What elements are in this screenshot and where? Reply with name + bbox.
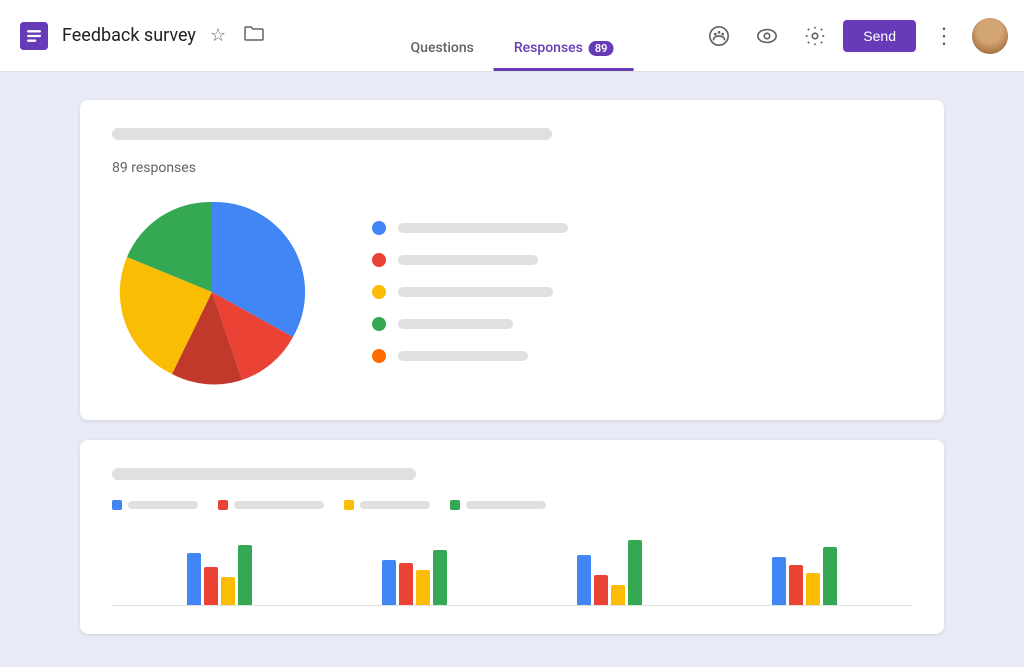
tabs-container: Questions Responses 89	[391, 28, 634, 71]
tab-questions[interactable]: Questions	[391, 28, 494, 71]
legend-label-1	[398, 223, 568, 233]
bar-legend-dot-4	[450, 500, 460, 510]
response-count: 89 responses	[112, 160, 912, 176]
bar-4-2	[789, 565, 803, 605]
more-menu-button[interactable]: ⋮	[924, 16, 964, 56]
bar-legend-item-4	[450, 500, 546, 510]
chart-area	[112, 192, 912, 392]
bar-chart	[112, 526, 912, 606]
bar-1-1	[187, 553, 201, 605]
bar-legend-label-3	[360, 501, 430, 509]
card2-title-placeholder	[112, 468, 416, 480]
form-icon	[16, 18, 52, 54]
legend-dot-5	[372, 349, 386, 363]
legend-label-5	[398, 351, 528, 361]
legend-dot-1	[372, 221, 386, 235]
bar-legend-item-3	[344, 500, 430, 510]
bar-legend-label-4	[466, 501, 546, 509]
bar-2-1	[382, 560, 396, 605]
bar-2-2	[399, 563, 413, 605]
bar-legend-item-2	[218, 500, 324, 510]
bar-2-3	[416, 570, 430, 605]
bar-legend-item-1	[112, 500, 198, 510]
bar-legend-label-2	[234, 501, 324, 509]
legend-dot-2	[372, 253, 386, 267]
main-content: 89 responses	[0, 72, 1024, 662]
pie-chart	[112, 192, 312, 392]
bar-group-2	[382, 550, 447, 605]
legend-dot-3	[372, 285, 386, 299]
palette-button[interactable]	[699, 16, 739, 56]
bar-chart-card	[80, 440, 944, 634]
bar-4-3	[806, 573, 820, 605]
topbar-right: Send ⋮	[699, 16, 1008, 56]
legend-item-1	[372, 221, 568, 235]
bar-3-3	[611, 585, 625, 605]
bar-4-1	[772, 557, 786, 605]
bar-3-2	[594, 575, 608, 605]
bar-group-3	[577, 540, 642, 605]
legend-item-2	[372, 253, 568, 267]
card1-title-placeholder	[112, 128, 552, 140]
legend-label-3	[398, 287, 553, 297]
bar-2-4	[433, 550, 447, 605]
form-title: Feedback survey	[62, 25, 196, 46]
bar-legend	[112, 500, 912, 510]
bar-legend-dot-1	[112, 500, 122, 510]
folder-icon[interactable]	[240, 21, 268, 50]
bar-3-4	[628, 540, 642, 605]
pie-chart-card: 89 responses	[80, 100, 944, 420]
send-button[interactable]: Send	[843, 20, 916, 52]
tab-responses[interactable]: Responses 89	[494, 28, 634, 71]
bar-1-4	[238, 545, 252, 605]
bar-4-4	[823, 547, 837, 605]
legend-item-4	[372, 317, 568, 331]
topbar: Feedback survey ☆ Questions Responses 89	[0, 0, 1024, 72]
settings-button[interactable]	[795, 16, 835, 56]
preview-button[interactable]	[747, 16, 787, 56]
pie-legend	[372, 221, 568, 363]
star-icon[interactable]: ☆	[206, 21, 230, 50]
avatar[interactable]	[972, 18, 1008, 54]
bar-legend-dot-3	[344, 500, 354, 510]
bar-legend-dot-2	[218, 500, 228, 510]
bar-1-2	[204, 567, 218, 605]
responses-badge: 89	[589, 41, 614, 56]
legend-dot-4	[372, 317, 386, 331]
bar-group-1	[187, 545, 252, 605]
legend-label-2	[398, 255, 538, 265]
legend-item-3	[372, 285, 568, 299]
bar-1-3	[221, 577, 235, 605]
bar-group-4	[772, 547, 837, 605]
bar-legend-label-1	[128, 501, 198, 509]
bar-3-1	[577, 555, 591, 605]
legend-label-4	[398, 319, 513, 329]
legend-item-5	[372, 349, 568, 363]
